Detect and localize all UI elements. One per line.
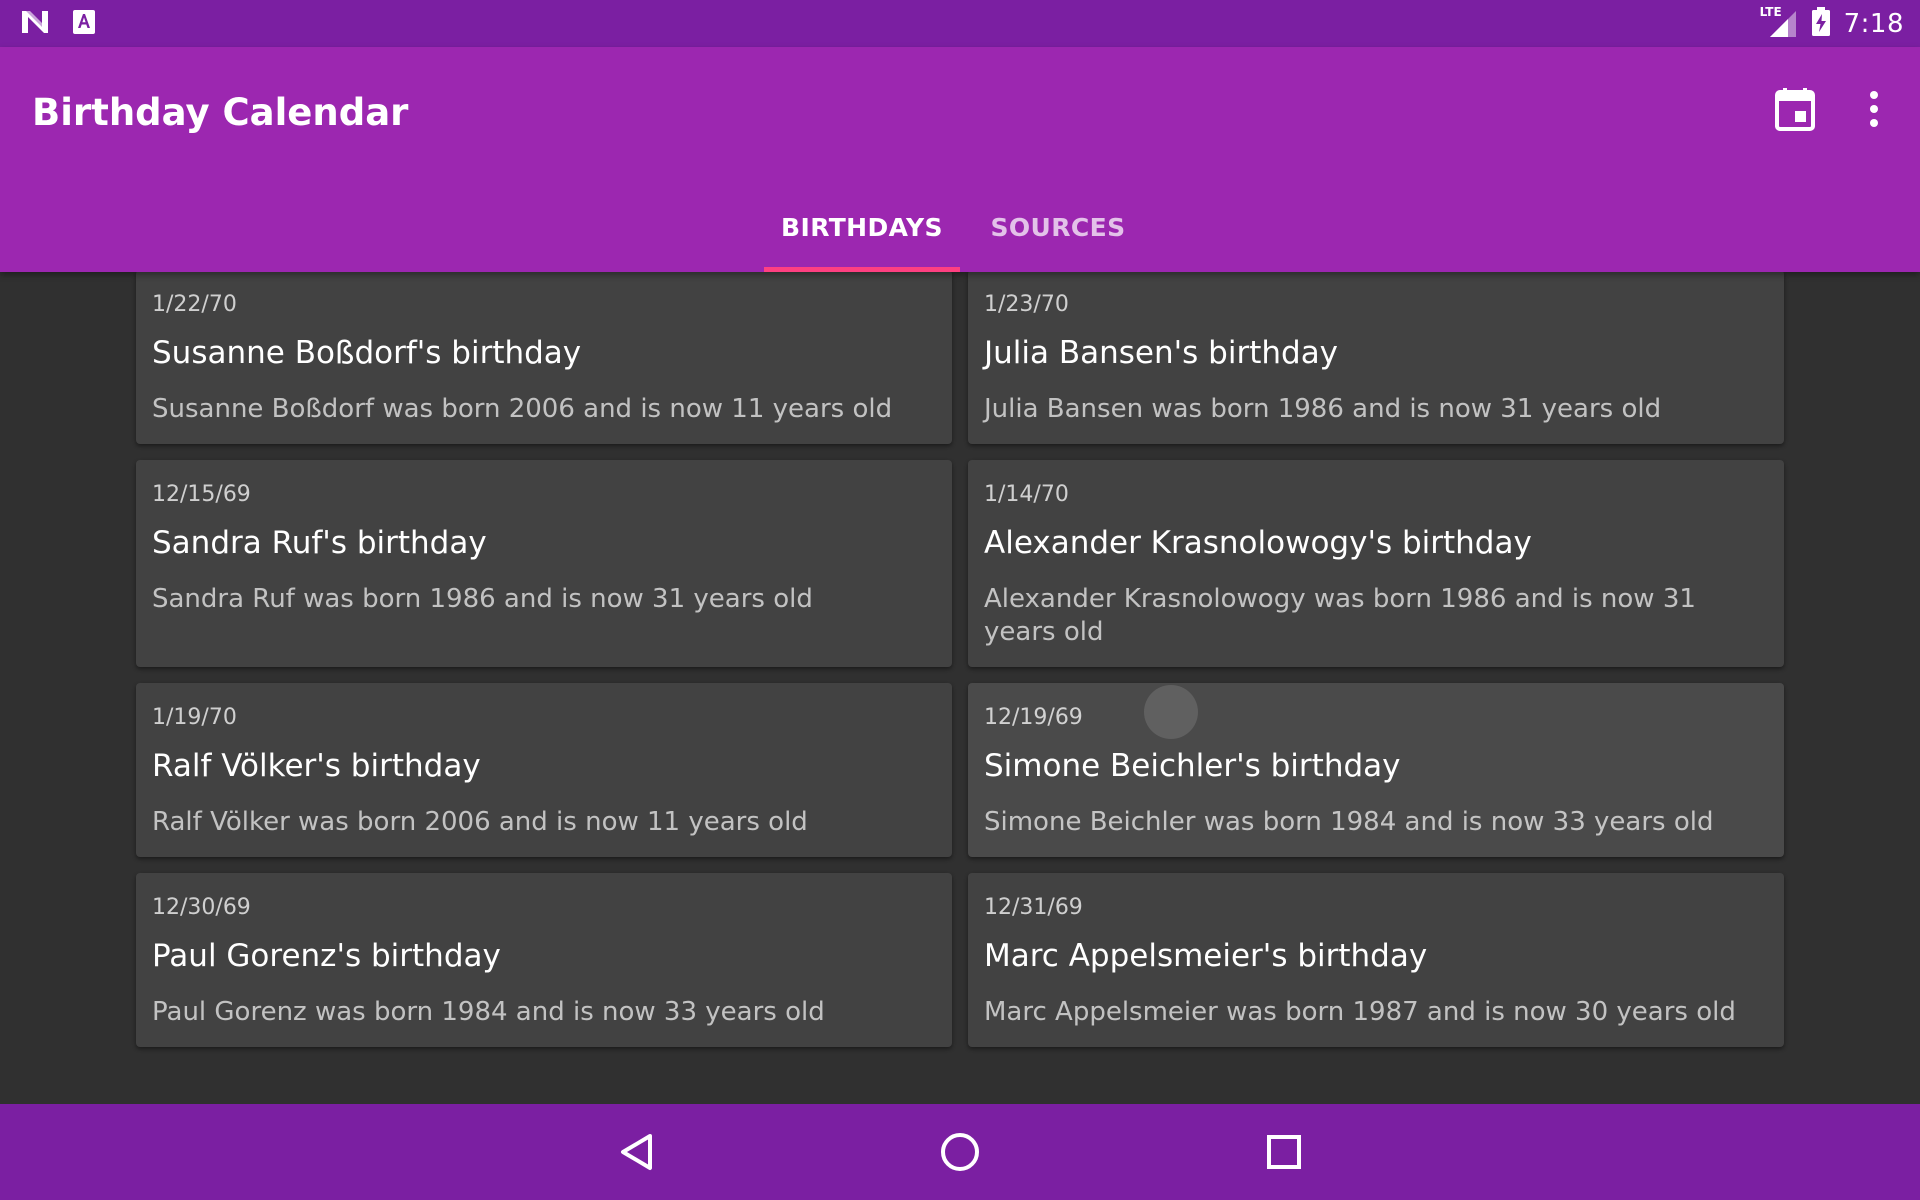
tab-sources-label: SOURCES <box>990 212 1126 242</box>
card-date: 1/22/70 <box>152 292 237 317</box>
birthday-card[interactable]: 12/30/69 Paul Gorenz's birthday Paul Gor… <box>136 873 952 1047</box>
app-title: Birthday Calendar <box>32 91 409 134</box>
card-title: Paul Gorenz's birthday <box>152 938 501 974</box>
network-type-label: LTE <box>1759 4 1782 19</box>
birthday-card[interactable]: 12/31/69 Marc Appelsmeier's birthday Mar… <box>968 873 1784 1047</box>
birthday-grid: 1/22/70 Susanne Boßdorf's birthday Susan… <box>136 272 1784 1047</box>
tab-birthdays[interactable]: BIRTHDAYS <box>764 182 960 272</box>
battery-charging-icon <box>1810 6 1832 41</box>
card-title: Alexander Krasnolowogy's birthday <box>984 525 1532 561</box>
card-date: 12/19/69 <box>984 705 1083 730</box>
calendar-icon[interactable] <box>1774 87 1816 135</box>
recents-icon[interactable] <box>1252 1120 1316 1184</box>
card-subtitle: Paul Gorenz was born 1984 and is now 33 … <box>152 997 825 1027</box>
tab-indicator <box>764 267 960 272</box>
card-date: 1/14/70 <box>984 482 1069 507</box>
birthday-card[interactable]: 1/19/70 Ralf Völker's birthday Ralf Völk… <box>136 683 952 857</box>
clock: 7:18 <box>1843 8 1904 39</box>
birthday-card[interactable]: 12/15/69 Sandra Ruf's birthday Sandra Ru… <box>136 460 952 667</box>
notification-n-icon <box>20 9 50 39</box>
birthday-card[interactable]: 1/22/70 Susanne Boßdorf's birthday Susan… <box>136 272 952 444</box>
lte-signal-icon: LTE <box>1760 5 1798 39</box>
overflow-menu-icon[interactable] <box>1868 89 1880 133</box>
card-date: 12/31/69 <box>984 895 1083 920</box>
tab-birthdays-label: BIRTHDAYS <box>781 212 943 242</box>
status-bar: LTE 7:18 <box>0 0 1920 47</box>
app-bar: Birthday Calendar BIRTHDAYS SOURCES <box>0 47 1920 272</box>
card-subtitle: Marc Appelsmeier was born 1987 and is no… <box>984 997 1736 1027</box>
back-icon[interactable] <box>604 1120 668 1184</box>
card-subtitle: Alexander Krasnolowogy was born 1986 and… <box>984 584 1696 647</box>
tab-bar: BIRTHDAYS SOURCES <box>0 182 1920 272</box>
card-title: Susanne Boßdorf's birthday <box>152 335 582 371</box>
birthday-card[interactable]: 1/14/70 Alexander Krasnolowogy's birthda… <box>968 460 1784 667</box>
birthday-card[interactable]: 1/23/70 Julia Bansen's birthday Julia Ba… <box>968 272 1784 444</box>
card-title: Sandra Ruf's birthday <box>152 525 487 561</box>
card-date: 1/19/70 <box>152 705 237 730</box>
birthday-card[interactable]: 12/19/69 Simone Beichler's birthday Simo… <box>968 683 1784 857</box>
tab-sources[interactable]: SOURCES <box>960 182 1156 272</box>
card-subtitle: Julia Bansen was born 1986 and is now 31… <box>984 394 1662 424</box>
card-subtitle: Susanne Boßdorf was born 2006 and is now… <box>152 394 893 424</box>
card-subtitle: Sandra Ruf was born 1986 and is now 31 y… <box>152 584 813 614</box>
card-date: 12/30/69 <box>152 895 251 920</box>
card-title: Ralf Völker's birthday <box>152 748 481 784</box>
card-subtitle: Ralf Völker was born 2006 and is now 11 … <box>152 807 808 837</box>
card-title: Julia Bansen's birthday <box>984 335 1339 371</box>
navigation-bar <box>0 1104 1920 1200</box>
birthday-list[interactable]: 1/22/70 Susanne Boßdorf's birthday Susan… <box>0 272 1920 1104</box>
home-icon[interactable] <box>928 1120 992 1184</box>
status-left <box>20 9 96 39</box>
app-actions <box>1774 87 1880 135</box>
card-title: Marc Appelsmeier's birthday <box>984 938 1428 974</box>
card-title: Simone Beichler's birthday <box>984 748 1401 784</box>
card-subtitle: Simone Beichler was born 1984 and is now… <box>984 807 1714 837</box>
accessibility-a-icon <box>72 9 96 39</box>
card-date: 1/23/70 <box>984 292 1069 317</box>
card-date: 12/15/69 <box>152 482 251 507</box>
status-right: LTE 7:18 <box>1760 5 1904 41</box>
touch-ripple <box>1144 685 1198 739</box>
